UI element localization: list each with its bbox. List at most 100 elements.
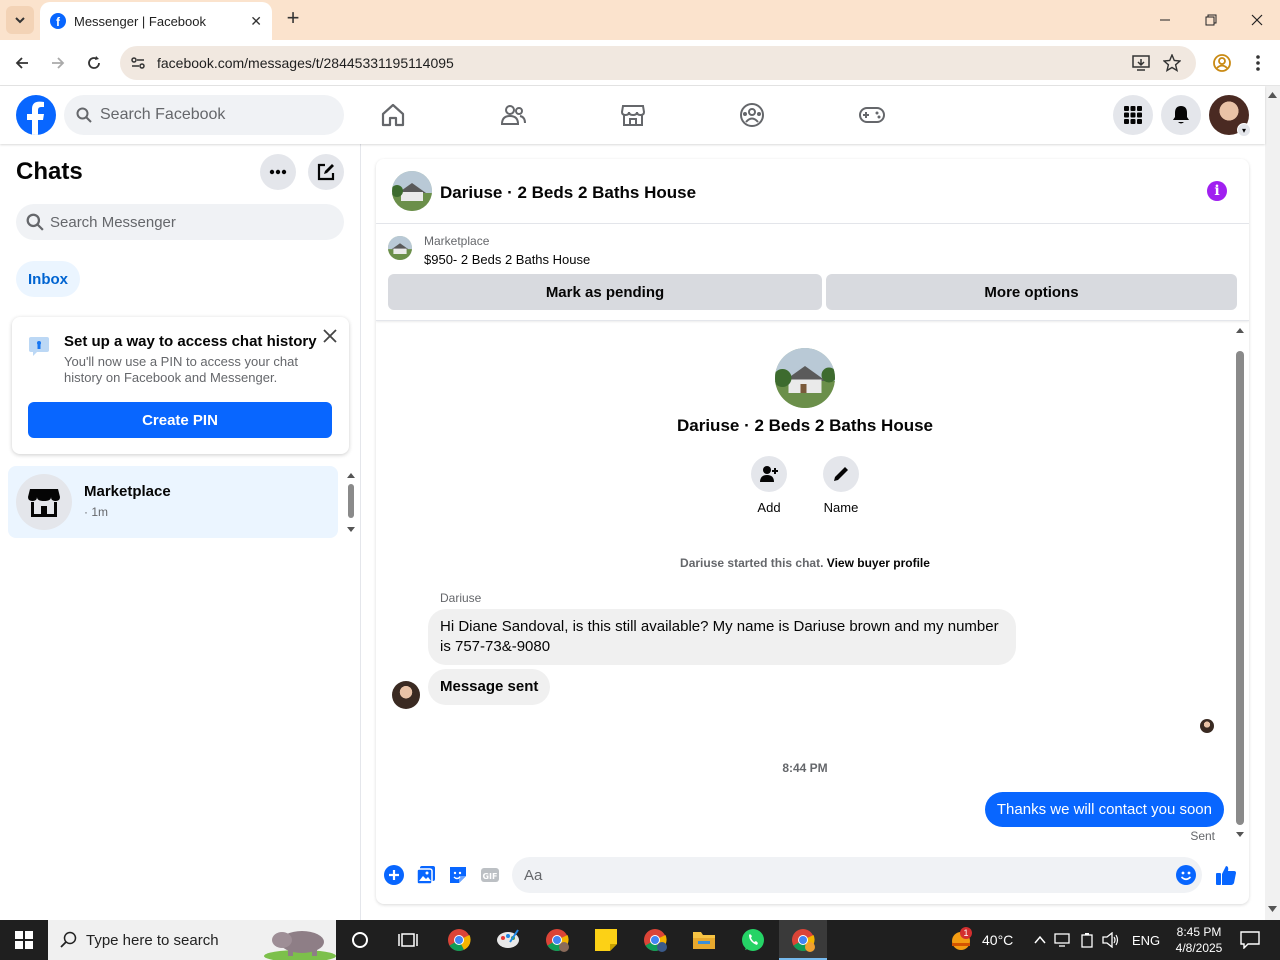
menu-grid-button[interactable]	[1113, 95, 1153, 135]
marketplace-listing-bar: Marketplace $950- 2 Beds 2 Baths House M…	[376, 224, 1249, 321]
browser-menu-icon[interactable]	[1247, 52, 1269, 74]
info-icon[interactable]: i	[1207, 181, 1227, 201]
notifications-button[interactable]	[1161, 95, 1201, 135]
new-tab-button[interactable]: +	[282, 7, 304, 30]
messenger-search-input[interactable]: Search Messenger	[16, 204, 344, 240]
name-action[interactable]: Name	[811, 456, 871, 515]
friends-icon[interactable]	[498, 100, 528, 130]
forward-button[interactable]	[47, 52, 69, 74]
pin-card-description: You'll now use a PIN to access your chat…	[64, 354, 298, 385]
url-text: facebook.com/messages/t/2844533119511409…	[157, 55, 454, 71]
tab-close-icon[interactable]: ✕	[250, 13, 262, 30]
windows-taskbar: Type here to search 1 40°C ENG 8:45 PM 4…	[0, 920, 1280, 960]
groups-icon[interactable]	[737, 100, 767, 130]
task-view-icon[interactable]	[394, 926, 422, 954]
search-icon	[60, 931, 77, 948]
home-icon[interactable]	[378, 100, 408, 130]
marketplace-icon[interactable]	[618, 100, 648, 130]
account-avatar[interactable]: ▾	[1209, 95, 1251, 137]
clock-date: 4/8/2025	[1175, 941, 1223, 955]
clock[interactable]: 8:45 PM 4/8/2025	[1172, 920, 1226, 960]
chrome-profile-icon[interactable]	[543, 926, 571, 954]
seen-avatar	[1200, 719, 1214, 733]
back-button[interactable]	[11, 52, 33, 74]
paint-app-icon[interactable]	[494, 926, 522, 954]
language-indicator[interactable]: ENG	[1132, 920, 1160, 960]
weather-widget[interactable]: 1 40°C	[950, 920, 1013, 960]
mark-pending-button[interactable]: Mark as pending	[388, 274, 822, 310]
conversation-header: Dariuse · 2 Beds 2 Baths House i	[376, 159, 1249, 224]
gif-icon[interactable]: GIF	[479, 864, 501, 886]
network-icon[interactable]	[1054, 933, 1072, 947]
tab-title: Messenger | Facebook	[74, 13, 206, 29]
plus-circle-icon[interactable]	[383, 864, 405, 886]
listing-thumbnail[interactable]	[388, 236, 412, 260]
conversation-avatar[interactable]	[392, 171, 432, 211]
restore-button[interactable]	[1201, 10, 1221, 30]
reload-button[interactable]	[83, 52, 105, 74]
notification-center-icon[interactable]	[1236, 926, 1264, 954]
bell-icon	[1173, 106, 1189, 124]
address-bar[interactable]: facebook.com/messages/t/2844533119511409…	[120, 46, 1196, 80]
message-status: Sent	[1190, 829, 1215, 843]
conversation-scrollbar[interactable]	[1233, 325, 1247, 845]
message-composer: GIF Aa	[376, 852, 1249, 904]
emoji-icon[interactable]	[1176, 865, 1196, 885]
marketplace-avatar	[16, 474, 72, 530]
minimize-button[interactable]	[1155, 10, 1175, 30]
close-icon[interactable]	[323, 329, 337, 343]
chat-list-item[interactable]: Marketplace · 1m	[8, 466, 338, 538]
name-label: Name	[823, 500, 859, 515]
chrome-active-icon[interactable]	[789, 926, 817, 954]
hippo-illustration-icon	[264, 931, 336, 960]
more-options-button[interactable]: More options	[826, 274, 1237, 310]
create-pin-button[interactable]: Create PIN	[28, 402, 332, 438]
conversation-panel: Dariuse · 2 Beds 2 Baths House i Marketp…	[376, 159, 1249, 904]
site-settings-icon[interactable]	[130, 55, 146, 71]
facebook-search-input[interactable]: Search Facebook	[64, 95, 344, 135]
weather-temp: 40°C	[982, 932, 1014, 948]
profile-avatar[interactable]	[775, 348, 835, 408]
incoming-message-bubble[interactable]: Message sent	[428, 669, 551, 705]
message-timestamp: 8:44 PM	[782, 761, 828, 775]
message-input[interactable]: Aa	[512, 857, 1202, 893]
sticker-icon[interactable]	[447, 864, 469, 886]
pin-card-title: Set up a way to access chat history	[64, 333, 317, 350]
chats-options-button[interactable]	[260, 154, 296, 190]
page-scrollbar[interactable]	[1265, 86, 1280, 920]
chat-list-scrollbar[interactable]	[344, 470, 358, 536]
tab-search-button[interactable]	[6, 6, 34, 34]
profile-icon[interactable]	[1211, 52, 1233, 74]
conversation-title[interactable]: Dariuse · 2 Beds 2 Baths House	[440, 183, 696, 203]
volume-icon[interactable]	[1102, 932, 1120, 948]
chats-sidebar: Chats Search Messenger Inbox Set up a wa…	[0, 144, 361, 920]
sticky-notes-icon[interactable]	[592, 926, 620, 954]
browser-tab-active[interactable]: f Messenger | Facebook ✕	[40, 2, 272, 40]
battery-icon[interactable]	[1080, 932, 1094, 948]
tab-inbox[interactable]: Inbox	[16, 261, 80, 297]
new-message-button[interactable]	[308, 154, 344, 190]
gaming-icon[interactable]	[857, 100, 887, 130]
add-action[interactable]: Add	[739, 456, 799, 515]
sender-avatar[interactable]	[392, 681, 420, 709]
whatsapp-icon[interactable]	[739, 926, 767, 954]
thumbs-up-icon[interactable]	[1215, 864, 1237, 886]
started-text: Dariuse started this chat.	[680, 556, 824, 570]
listing-title[interactable]: $950- 2 Beds 2 Baths House	[424, 252, 590, 267]
cortana-icon[interactable]	[346, 926, 374, 954]
install-app-icon[interactable]	[1132, 54, 1150, 72]
windows-start-icon[interactable]	[10, 926, 38, 954]
file-explorer-icon[interactable]	[690, 926, 718, 954]
messenger-search-placeholder: Search Messenger	[50, 213, 176, 231]
outgoing-message-bubble[interactable]: Thanks we will contact you soon	[984, 792, 1224, 827]
gallery-icon[interactable]	[415, 864, 437, 886]
chrome-profile-icon[interactable]	[641, 926, 669, 954]
close-window-button[interactable]	[1247, 10, 1267, 30]
incoming-message-bubble[interactable]: Hi Diane Sandoval, is this still availab…	[428, 609, 1016, 665]
bookmark-star-icon[interactable]	[1163, 54, 1181, 72]
chevron-up-icon[interactable]	[1034, 935, 1046, 945]
taskbar-search-input[interactable]: Type here to search	[48, 920, 336, 960]
facebook-logo-icon[interactable]	[16, 95, 56, 135]
chrome-icon[interactable]	[445, 926, 473, 954]
view-buyer-profile-link[interactable]: View buyer profile	[827, 556, 930, 570]
